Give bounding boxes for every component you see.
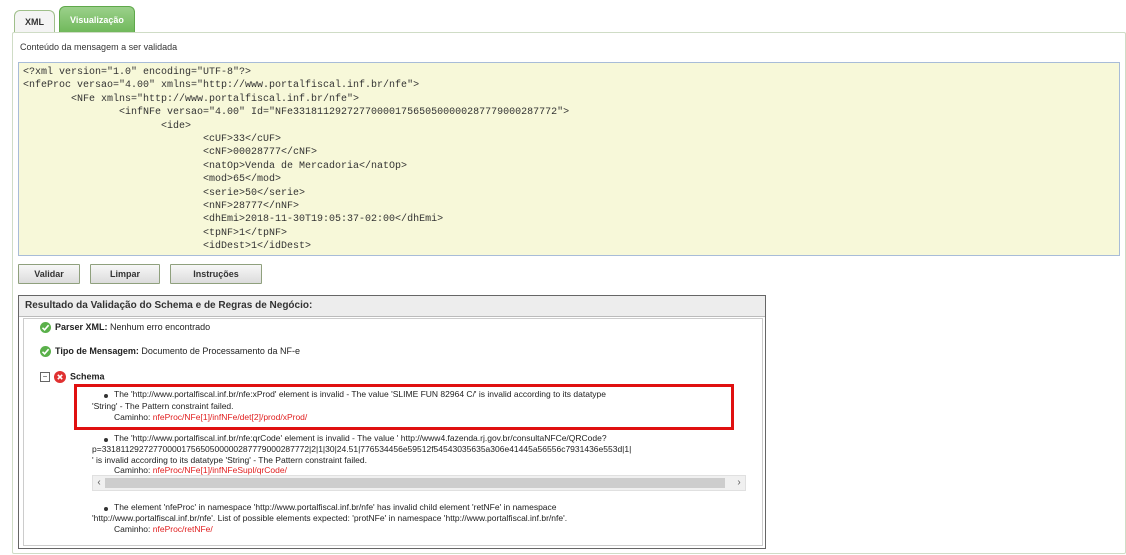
tab-visualizacao[interactable]: Visualização <box>59 6 135 33</box>
error-1-path[interactable]: nfeProc/NFe[1]/infNFe/det[2]/prod/xProd/ <box>153 412 308 422</box>
parser-value: Nenhum erro encontrado <box>110 322 211 332</box>
button-row: Validar Limpar Instruções <box>18 264 262 284</box>
error-3-line1: The element 'nfeProc' in namespace 'http… <box>114 502 557 512</box>
xml-line: <nNF>28777</nNF> <box>23 201 300 213</box>
tipo-value: Documento de Processamento da NF-e <box>141 346 300 356</box>
error-2-path[interactable]: nfeProc/NFe[1]/infNFeSupl/qrCode/ <box>153 465 287 475</box>
error-3-path[interactable]: nfeProc/retNFe/ <box>153 524 213 534</box>
error-3-path-line: Caminho: nfeProc/retNFe/ <box>114 524 213 534</box>
schema-line: − Schema <box>40 371 105 383</box>
xml-line: <nfeProc versao="4.00" xmlns="http://www… <box>23 80 420 92</box>
bullet <box>104 438 108 442</box>
limpar-button[interactable]: Limpar <box>90 264 160 284</box>
result-title: Resultado da Validação do Schema e de Re… <box>19 296 765 317</box>
bullet <box>104 507 108 511</box>
xml-content: <?xml version="1.0" encoding="UTF-8"?> <n… <box>19 63 1119 255</box>
error-1-line2: 'String' - The Pattern constraint failed… <box>92 401 234 411</box>
caminho-label: Caminho: <box>114 412 151 422</box>
error-2-line3: ' is invalid according to its datatype '… <box>92 455 367 465</box>
error-1-line1: The 'http://www.portalfiscal.inf.br/nfe:… <box>114 389 607 399</box>
xml-textarea[interactable]: <?xml version="1.0" encoding="UTF-8"?> <n… <box>18 62 1120 256</box>
instrucoes-button[interactable]: Instruções <box>170 264 262 284</box>
xml-line: <tpNF>1</tpNF> <box>23 227 288 239</box>
check-circle-icon <box>40 322 51 334</box>
scroll-left-arrow-icon[interactable]: ‹ <box>93 476 105 490</box>
validar-button[interactable]: Validar <box>18 264 80 284</box>
error-3-line2: 'http://www.portalfiscal.inf.br/nfe'. Li… <box>92 513 568 523</box>
xml-line: <?xml version="1.0" encoding="UTF-8"?> <box>23 67 252 78</box>
xml-line: <idDest>1</idDest> <box>23 241 312 253</box>
tipo-label: Tipo de Mensagem: <box>55 346 139 356</box>
error-2-line1: The 'http://www.portalfiscal.inf.br/nfe:… <box>114 433 607 443</box>
xml-line: <natOp>Venda de Mercadoria</natOp> <box>23 160 408 172</box>
error-2-path-line: Caminho: nfeProc/NFe[1]/infNFeSupl/qrCod… <box>114 465 287 475</box>
xml-line: <infNFe versao="4.00" Id="NFe33181129272… <box>23 107 570 119</box>
tipo-line: Tipo de Mensagem: Documento de Processam… <box>40 346 300 358</box>
caminho-label: Caminho: <box>114 524 151 534</box>
tab-xml[interactable]: XML <box>14 10 55 33</box>
schema-label: Schema <box>70 371 105 382</box>
xml-caption: Conteúdo da mensagem a ser validada <box>20 42 178 52</box>
error-1-path-line: Caminho: nfeProc/NFe[1]/infNFe/det[2]/pr… <box>114 412 307 422</box>
parser-line: Parser XML: Nenhum erro encontrado <box>40 322 211 334</box>
error-circle-icon <box>54 371 66 383</box>
caminho-label: Caminho: <box>114 465 151 475</box>
xml-line: <cNF>00028777</cNF> <box>23 147 318 159</box>
error-2-line2: p=33181129272770000175650500000287779000… <box>92 444 632 454</box>
xml-line: <serie>50</serie> <box>23 187 306 199</box>
tab-bar: XML Visualização <box>14 6 135 33</box>
bullet <box>104 394 108 398</box>
xml-line: <dhEmi>2018-11-30T19:05:37-02:00</dhEmi> <box>23 214 444 226</box>
collapse-toggle-icon[interactable]: − <box>40 372 50 382</box>
check-circle-icon <box>40 346 51 358</box>
xml-line: <mod>65</mod> <box>23 174 282 186</box>
xml-line: <ide> <box>23 120 192 132</box>
horizontal-scrollbar[interactable]: ‹ › <box>92 475 746 491</box>
scroll-right-arrow-icon[interactable]: › <box>733 476 745 490</box>
xml-line: <NFe xmlns="http://www.portalfiscal.inf.… <box>23 93 360 105</box>
xml-line: <cUF>33</cUF> <box>23 134 282 146</box>
scrollbar-thumb[interactable] <box>105 478 725 488</box>
parser-label: Parser XML: <box>55 322 108 332</box>
